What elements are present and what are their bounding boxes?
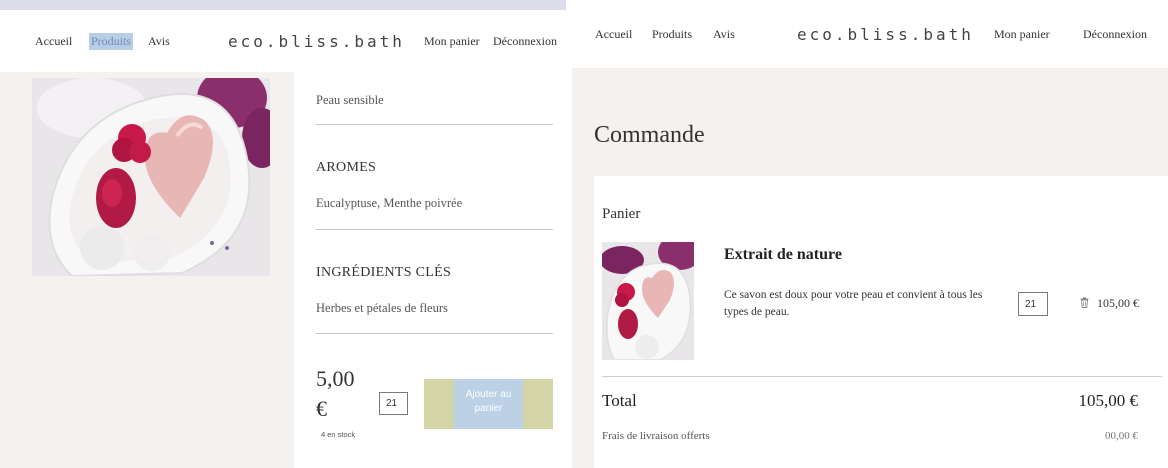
cart-item-price: 105,00 € bbox=[1097, 296, 1139, 310]
add-to-cart-label: Ajouter au panier bbox=[465, 389, 512, 414]
trash-icon[interactable] bbox=[1080, 295, 1089, 313]
nav-mon-panier[interactable]: Mon panier bbox=[994, 27, 1050, 42]
cart-quantity-input[interactable]: 21 bbox=[1018, 292, 1048, 316]
add-to-cart-button[interactable]: Ajouter au panier bbox=[424, 379, 553, 429]
nav-produits[interactable]: Produits bbox=[652, 27, 692, 42]
nav-deconnexion[interactable]: Déconnexion bbox=[1083, 27, 1147, 42]
aromes-heading: AROMES bbox=[316, 160, 377, 175]
nav-accueil[interactable]: Accueil bbox=[35, 34, 72, 49]
cart-card: Panier Extrait de nature Ce savon est do… bbox=[594, 176, 1168, 468]
divider bbox=[602, 376, 1162, 377]
cart-item-description: Ce savon est doux pour votre peau et con… bbox=[724, 289, 983, 318]
product-details: Peau sensible AROMES Eucalyptuse, Menthe… bbox=[294, 72, 566, 468]
cart-heading: Panier bbox=[602, 206, 641, 222]
button-band-left bbox=[424, 379, 454, 429]
ingredients-heading: INGRÉDIENTS CLÉS bbox=[316, 265, 452, 280]
shipping-value: 00,00 € bbox=[1105, 430, 1138, 442]
divider bbox=[316, 333, 553, 334]
divider bbox=[316, 229, 553, 230]
top-strip bbox=[0, 0, 566, 10]
total-label: Total bbox=[602, 391, 637, 410]
site-logo[interactable]: eco.bliss.bath bbox=[797, 25, 974, 44]
cart-item-image bbox=[602, 242, 694, 360]
nav-avis[interactable]: Avis bbox=[713, 27, 735, 42]
product-image bbox=[32, 78, 270, 276]
page-title: Commande bbox=[594, 122, 705, 148]
total-value: 105,00 € bbox=[1078, 391, 1139, 410]
product-price: 5,00 € bbox=[316, 364, 355, 424]
shipping-label: Frais de livraison offerts bbox=[602, 430, 710, 442]
price-amount: 5,00 bbox=[316, 366, 355, 391]
nav-avis[interactable]: Avis bbox=[148, 34, 170, 49]
trash-icon-glyph bbox=[1080, 297, 1089, 308]
order-page: Accueil Produits Avis eco.bliss.bath Mon… bbox=[572, 0, 1168, 468]
site-logo[interactable]: eco.bliss.bath bbox=[228, 32, 405, 51]
cart-item-name[interactable]: Extrait de nature bbox=[724, 246, 842, 264]
nav-accueil[interactable]: Accueil bbox=[595, 27, 632, 42]
stock-status: 4 en stock bbox=[321, 430, 356, 439]
aromes-value: Eucalyptuse, Menthe poivrée bbox=[316, 196, 463, 210]
navbar: Accueil Produits Avis eco.bliss.bath Mon… bbox=[0, 10, 566, 72]
nav-mon-panier[interactable]: Mon panier bbox=[424, 34, 480, 49]
nav-deconnexion[interactable]: Déconnexion bbox=[493, 34, 557, 49]
navbar: Accueil Produits Avis eco.bliss.bath Mon… bbox=[572, 0, 1168, 68]
soap-photo bbox=[32, 78, 270, 276]
quantity-input[interactable]: 21 bbox=[379, 392, 408, 415]
button-band-right bbox=[523, 379, 553, 429]
skin-type-value: Peau sensible bbox=[316, 93, 384, 107]
price-currency: € bbox=[316, 396, 327, 421]
soap-thumbnail bbox=[602, 242, 694, 360]
ingredients-value: Herbes et pétales de fleurs bbox=[316, 301, 448, 315]
divider bbox=[316, 124, 553, 125]
nav-produits[interactable]: Produits bbox=[89, 32, 134, 50]
product-page: Accueil Produits Avis eco.bliss.bath Mon… bbox=[0, 0, 566, 468]
